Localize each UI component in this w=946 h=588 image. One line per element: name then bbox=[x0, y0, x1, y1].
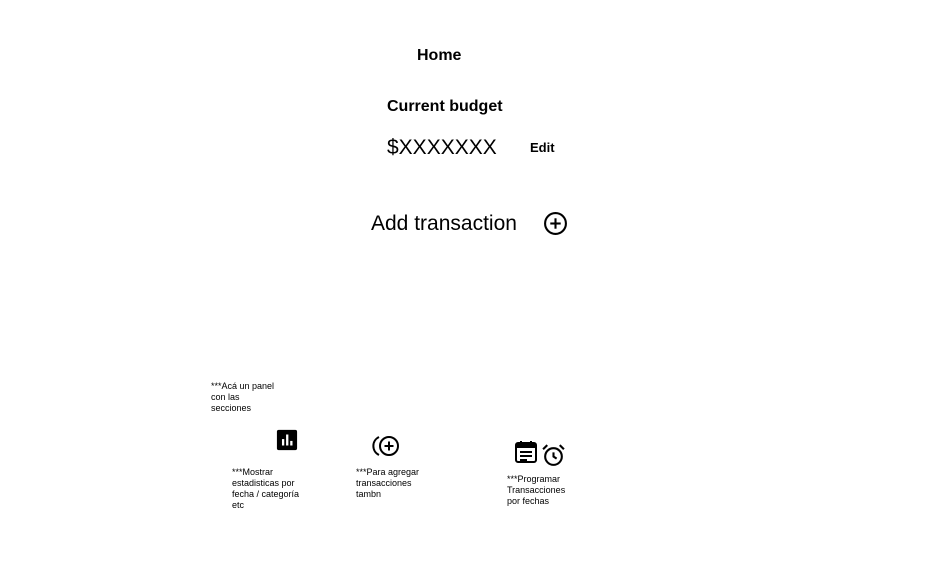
calendar-note-icon[interactable] bbox=[514, 440, 538, 464]
budget-amount: $XXXXXXX bbox=[387, 136, 497, 159]
add-circle-alt-icon[interactable] bbox=[372, 434, 402, 458]
add-note: ***Para agregar transacciones tambn bbox=[356, 467, 420, 499]
panel-note: ***Acá un panel con las secciones bbox=[211, 381, 275, 413]
add-transaction-label: Add transaction bbox=[371, 212, 517, 235]
schedule-note: ***Programar Transacciones por fechas bbox=[507, 474, 566, 506]
bar-chart-icon[interactable] bbox=[276, 429, 298, 451]
stats-note: ***Mostrar estadisticas por fecha / cate… bbox=[232, 467, 300, 510]
page-title: Home bbox=[417, 47, 462, 64]
current-budget-label: Current budget bbox=[387, 98, 503, 115]
edit-budget-button[interactable]: Edit bbox=[530, 140, 555, 155]
add-circle-icon[interactable] bbox=[543, 211, 568, 236]
alarm-clock-icon[interactable] bbox=[541, 443, 566, 468]
